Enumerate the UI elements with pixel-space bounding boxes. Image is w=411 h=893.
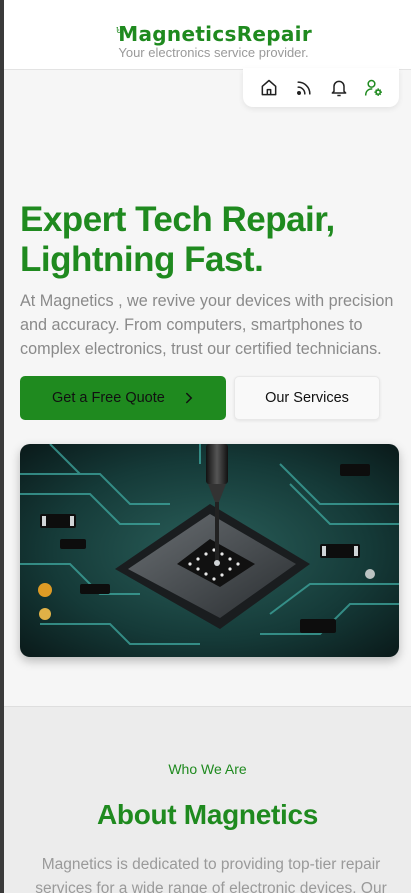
nav-notifications[interactable] bbox=[325, 74, 353, 102]
get-quote-button[interactable]: Get a Free Quote bbox=[20, 376, 226, 420]
circuit-board-chip-image bbox=[20, 444, 399, 657]
rss-icon bbox=[296, 80, 311, 95]
hero-description: At Magnetics , we revive your devices wi… bbox=[20, 292, 394, 358]
nav-home[interactable] bbox=[255, 74, 283, 102]
site-header: MagneticsRepair Your electronics service… bbox=[4, 0, 411, 70]
hero-title: Expert Tech Repair, Lightning Fast. bbox=[20, 200, 400, 280]
get-quote-label: Get a Free Quote bbox=[52, 390, 165, 406]
hero-title-line2: Lightning Fast. bbox=[20, 240, 264, 279]
about-section: Who We Are About Magnetics Magnetics is … bbox=[4, 706, 411, 893]
user-settings-icon bbox=[364, 79, 382, 96]
chevron-right-icon bbox=[186, 392, 193, 404]
brand-tagline: Your electronics service provider. bbox=[118, 45, 309, 60]
bell-icon bbox=[331, 80, 346, 96]
nav-feed[interactable] bbox=[290, 74, 318, 102]
window-edge bbox=[0, 0, 4, 893]
circuit-board-illustration bbox=[20, 444, 399, 657]
brand-logo[interactable]: MagneticsRepair bbox=[116, 8, 312, 48]
hero-title-line1: Expert Tech Repair, bbox=[20, 200, 335, 239]
our-services-label: Our Services bbox=[265, 390, 349, 406]
about-eyebrow: Who We Are bbox=[168, 761, 247, 777]
about-title: About Magnetics bbox=[96, 799, 319, 830]
our-services-button[interactable]: Our Services bbox=[234, 376, 380, 420]
about-description: Magnetics is dedicated to providing top-… bbox=[35, 856, 387, 893]
home-icon bbox=[261, 79, 276, 95]
top-nav bbox=[243, 68, 399, 107]
nav-account[interactable] bbox=[360, 74, 388, 102]
